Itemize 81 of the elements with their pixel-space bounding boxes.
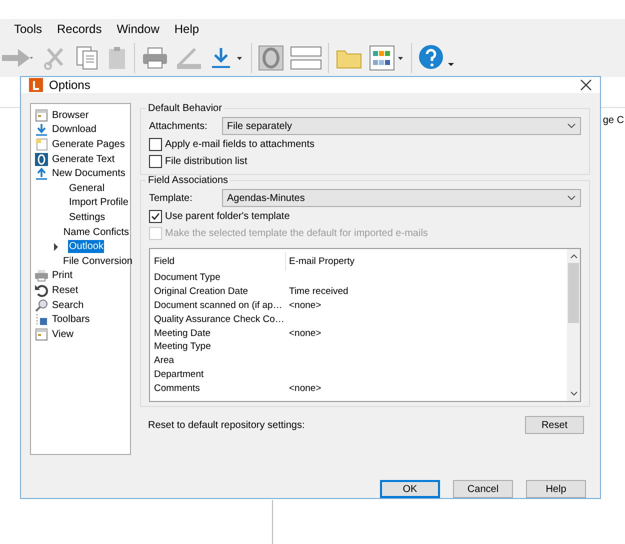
table-cell: Meeting Type [154, 341, 211, 352]
download-icon [35, 123, 48, 136]
tree-item[interactable]: Reset [51, 284, 80, 297]
menu-item[interactable]: Help [174, 22, 200, 36]
tree-item[interactable]: Toolbars [51, 313, 91, 326]
tree-item[interactable]: General [68, 182, 106, 195]
chevron-down-icon [567, 195, 576, 201]
checkbox[interactable] [149, 210, 162, 223]
template-dropdown[interactable]: Agendas-Minutes [222, 189, 581, 207]
tree-item[interactable]: Generate Pages [51, 138, 126, 151]
group-title: Field Associations [147, 175, 230, 186]
table-cell: Document scanned on (if ap… [154, 300, 282, 311]
browser-icon [35, 108, 48, 122]
dialog-title: Options [49, 78, 92, 92]
tree-item[interactable]: Import Profile [68, 196, 130, 210]
tree-item[interactable]: New Documents [51, 167, 126, 180]
table-cell: Original Creation Date [154, 286, 248, 298]
table-cell: <none> [289, 328, 322, 339]
pages-icon [35, 138, 48, 151]
table-cell: Quality Assurance Check Co… [154, 314, 284, 325]
toolbars-icon [35, 313, 48, 326]
table-cell: Document Type [154, 272, 220, 284]
tree-item[interactable]: Settings [68, 210, 106, 224]
help-icon[interactable] [418, 44, 456, 72]
checkbox-label: File distribution list [165, 156, 248, 167]
field-label: Attachments: [149, 120, 208, 132]
chevron-down-icon [567, 123, 576, 129]
newdoc-icon [35, 167, 48, 180]
tree-item[interactable]: Browser [51, 108, 90, 122]
scroll-down-icon[interactable] [570, 391, 578, 397]
printer-icon[interactable] [141, 45, 169, 71]
close-icon[interactable] [580, 79, 592, 91]
checkbox[interactable] [149, 155, 162, 168]
background-text: ge C [602, 115, 624, 126]
table-cell: Department [154, 368, 204, 380]
field-label: Template: [149, 192, 194, 204]
text-icon [35, 152, 48, 166]
tree-item[interactable]: View [51, 328, 74, 341]
group-title: Default Behavior [147, 103, 223, 114]
reset-label: Reset to default repository settings: [148, 420, 305, 430]
column-header[interactable]: E-mail Property [286, 252, 420, 271]
tree-item[interactable]: Print [51, 269, 74, 282]
tree-item[interactable]: Search [51, 298, 85, 312]
scroll-up-icon[interactable] [570, 253, 578, 259]
reset-button[interactable]: Reset [525, 416, 584, 434]
view-icon [35, 328, 48, 341]
dialog-button[interactable]: OK [380, 480, 440, 498]
column-header[interactable]: Field [154, 252, 286, 271]
print-icon [35, 269, 48, 282]
checkbox-label: Use parent folder's template [165, 211, 290, 222]
copy-icon[interactable] [74, 45, 100, 71]
expand-arrow-icon[interactable] [53, 242, 59, 251]
dialog-button[interactable]: Cancel [453, 480, 513, 498]
download-icon[interactable] [209, 45, 245, 71]
table-cell: Meeting Date [154, 328, 211, 339]
table-cell: Time received [289, 286, 348, 298]
table-cell: Area [154, 355, 174, 366]
tree-item[interactable]: Outlook [68, 240, 104, 254]
checkbox-label: Apply e-mail fields to attachments [165, 139, 315, 150]
paste-icon[interactable] [106, 45, 128, 71]
thumbnails-icon[interactable] [369, 45, 405, 71]
scrollbar[interactable] [567, 249, 580, 401]
text-recognition-icon[interactable] [258, 45, 284, 71]
checkbox-label: Make the selected template the default for imported e-mails [165, 228, 428, 239]
table-cell: <none> [289, 382, 322, 394]
tree-item[interactable]: File Conversion [62, 254, 134, 268]
search-icon [35, 298, 48, 312]
attachments-dropdown[interactable]: File separately [222, 117, 581, 135]
menu-item[interactable]: Records [57, 22, 102, 36]
menu-item[interactable]: Window [116, 22, 160, 36]
reset-icon [35, 284, 48, 297]
table-cell: Comments [154, 382, 200, 394]
table-cell: <none> [289, 300, 322, 311]
menu-item[interactable]: Tools [14, 22, 42, 36]
forward-arrow-icon[interactable] [0, 46, 36, 70]
tree-item[interactable]: Name Conficts [62, 226, 130, 239]
tree-item[interactable]: Download [51, 123, 98, 136]
tree-item[interactable]: Generate Text [51, 152, 116, 166]
dialog-button[interactable]: Help [526, 480, 586, 498]
fields-icon[interactable] [290, 45, 322, 71]
checkbox[interactable] [149, 138, 162, 151]
